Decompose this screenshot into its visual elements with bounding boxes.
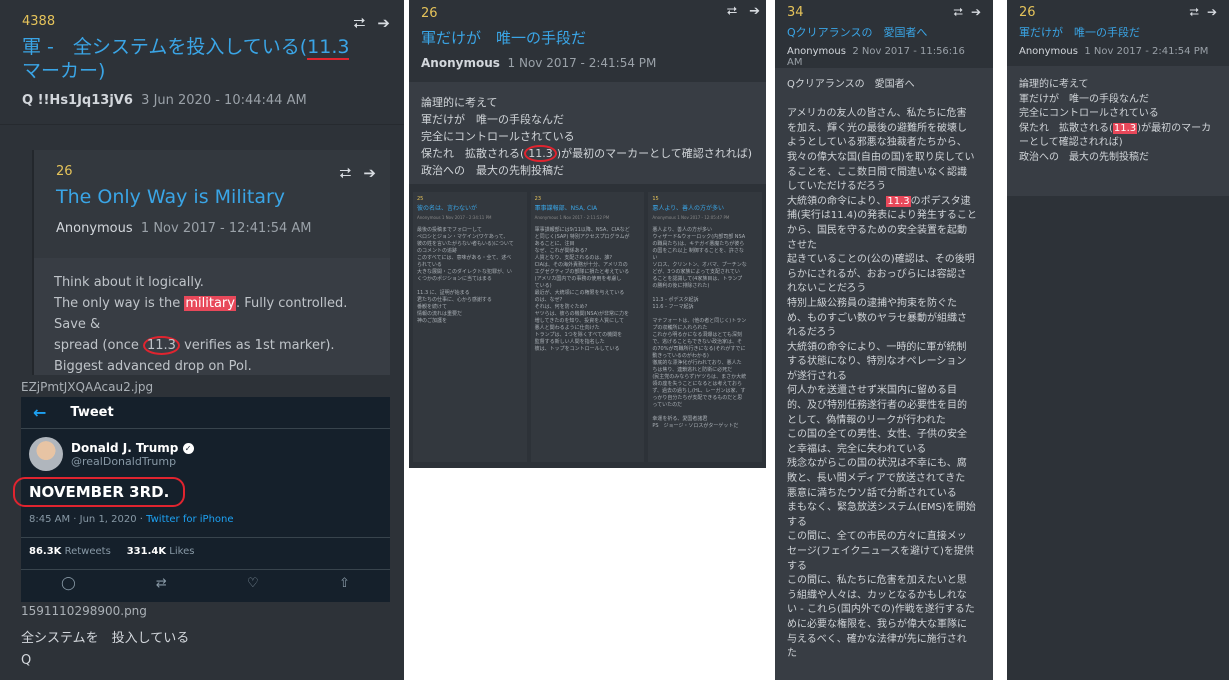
- divider: [766, 0, 775, 680]
- arrow-right-circle-icon[interactable]: ➔: [377, 14, 390, 32]
- marker-circle: 11.3: [524, 145, 557, 162]
- marker-underline: 11.3: [307, 36, 350, 60]
- quoted-post-meta: Anonymous 1 Nov 2017 - 12:41:54 AM: [56, 221, 312, 236]
- tweet-handle: @realDonaldTrump: [71, 454, 177, 468]
- post-title[interactable]: Qクリアランスの 愛国者へ: [787, 24, 981, 40]
- share-icon[interactable]: ⮂: [339, 164, 351, 182]
- arrow-right-circle-icon[interactable]: ➔: [1207, 5, 1217, 20]
- quoted-post-actions: ⮂ ➔: [339, 164, 376, 182]
- tweet-stats: 86.3K Retweets 331.4K Likes: [21, 537, 390, 557]
- share-icon[interactable]: ⮂: [1189, 5, 1199, 20]
- post-title[interactable]: 軍 - 全システムを投入している(11.3 マーカー): [22, 35, 382, 83]
- quoted-post: 26 ⮂ ➔ The Only Way is Military Anonymou…: [32, 150, 390, 375]
- post-date: 3 Jun 2020 - 10:44:44 AM: [141, 93, 307, 108]
- post-number[interactable]: 4388: [22, 14, 382, 29]
- tweet-actions: ◯ ⇄ ♡ ⇧: [21, 569, 390, 591]
- back-arrow-icon: ←: [33, 403, 47, 422]
- post-panel-26-ja: 26 ⮂ ➔ 軍だけが 唯一の手段だ Anonymous 1 Nov 2017 …: [409, 0, 766, 468]
- blank-area: [409, 468, 766, 680]
- empty-panel-area: [1007, 196, 1229, 680]
- post-actions: ⮂ ➔: [953, 5, 981, 20]
- tweet-header: ← Tweet: [21, 397, 390, 429]
- mini-post: 25 彼の名は、言わないが Anonymous 1 Nov 2017 - 2:3…: [413, 192, 527, 462]
- post-number[interactable]: 34: [787, 5, 981, 20]
- highlight-military: military: [184, 296, 236, 311]
- post-actions: ⮂ ➔: [353, 14, 390, 32]
- embedded-post-thumbnails: 25 彼の名は、言わないが Anonymous 1 Nov 2017 - 2:3…: [413, 192, 763, 462]
- tweet-author-name: Donald J. Trump: [71, 440, 179, 455]
- reply-icon: ◯: [61, 576, 76, 591]
- post-header: 4388 ⮂ ➔ 軍 - 全システムを投入している(11.3 マーカー) Q !…: [0, 0, 404, 125]
- avatar: [29, 437, 63, 471]
- post-title[interactable]: 軍だけが 唯一の手段だ: [1019, 24, 1217, 40]
- share-icon[interactable]: ⮂: [953, 5, 963, 20]
- highlight-marker: 11.3: [886, 195, 911, 207]
- share-icon[interactable]: ⮂: [353, 14, 365, 32]
- quoted-post-body: Think about it logically. The only way i…: [34, 258, 390, 375]
- quoted-post-title[interactable]: The Only Way is Military: [56, 185, 368, 209]
- arrow-right-circle-icon[interactable]: ➔: [363, 164, 376, 182]
- post-body: 論理的に考えて 軍だけが 唯一の手段なんだ 完全にコントロールされている 保たれ…: [1007, 66, 1229, 196]
- arrow-right-circle-icon[interactable]: ➔: [971, 5, 981, 20]
- post-meta: Q !!Hs1Jq13jV6 3 Jun 2020 - 10:44:44 AM: [22, 93, 382, 108]
- post-meta: Anonymous 1 Nov 2017 - 2:41:54 PM: [421, 56, 657, 70]
- post-title[interactable]: 軍だけが 唯一の手段だ: [421, 27, 754, 48]
- post-number[interactable]: 26: [421, 6, 754, 21]
- mini-post: 15 悪人より、善人の方が多い Anonymous 1 Nov 2017 - 1…: [648, 192, 763, 462]
- tweet-user: Donald J. Trump ✓ @realDonaldTrump: [29, 437, 194, 471]
- post-body: 論理的に考えて 軍だけが 唯一の手段なんだ 完全にコントロールされている 保たれ…: [409, 82, 766, 184]
- post-meta: Anonymous 2 Nov 2017 - 11:56:16 AM: [787, 46, 965, 68]
- tweet-timestamp: 8:45 AM · Jun 1, 2020 · Twitter for iPho…: [29, 514, 234, 525]
- marker-circle: 11.3: [142, 336, 180, 355]
- attachment-filename-2[interactable]: 1591110298900.png: [21, 604, 147, 618]
- tweet-text: NOVEMBER 3RD.: [13, 477, 186, 507]
- mini-post: 23 軍事諜報部、NSA, CIA Anonymous 1 Nov 2017 -…: [530, 192, 645, 462]
- post-meta: Anonymous 1 Nov 2017 - 2:41:54 PM: [1019, 46, 1209, 57]
- post-body: Qクリアランスの 愛国者へ アメリカの友人の皆さん、私たちに危害 を加え、輝く光…: [775, 68, 993, 680]
- post-header: 34 ⮂ ➔ Qクリアランスの 愛国者へ Anonymous 2 Nov 201…: [775, 0, 993, 68]
- post-panel-34: 34 ⮂ ➔ Qクリアランスの 愛国者へ Anonymous 2 Nov 201…: [775, 0, 993, 680]
- post-panel-4388: 4388 ⮂ ➔ 軍 - 全システムを投入している(11.3 マーカー) Q !…: [0, 0, 404, 680]
- divider: [993, 0, 1007, 680]
- post-panel-26-ja-2: 26 ⮂ ➔ 軍だけが 唯一の手段だ Anonymous 1 Nov 2017 …: [1007, 0, 1229, 196]
- quoted-post-number[interactable]: 26: [56, 164, 368, 179]
- share-icon[interactable]: ⮂: [727, 4, 737, 19]
- post-actions: ⮂ ➔: [1189, 5, 1217, 20]
- like-icon: ♡: [247, 576, 259, 591]
- post-header: 26 ⮂ ➔ 軍だけが 唯一の手段だ Anonymous 1 Nov 2017 …: [1007, 0, 1229, 66]
- attachment-filename-1[interactable]: EZjPmtJXQAAcau2.jpg: [21, 380, 153, 394]
- author-trip: Q !!Hs1Jq13jV6: [22, 93, 133, 108]
- post-header: 26 ⮂ ➔ 軍だけが 唯一の手段だ Anonymous 1 Nov 2017 …: [409, 0, 766, 82]
- verified-icon: ✓: [182, 442, 194, 454]
- post-actions: ⮂ ➔: [727, 4, 760, 19]
- highlight-marker: 11.3: [1112, 122, 1138, 134]
- retweet-icon: ⇄: [155, 576, 167, 591]
- post-number[interactable]: 26: [1019, 5, 1217, 20]
- share-upload-icon: ⇧: [338, 576, 350, 591]
- arrow-right-circle-icon[interactable]: ➔: [749, 4, 760, 19]
- post-body: 全システムを 投入している Q: [21, 631, 190, 668]
- tweet-screenshot: ← Tweet Donald J. Trump ✓ @realDonaldTru…: [13, 397, 390, 602]
